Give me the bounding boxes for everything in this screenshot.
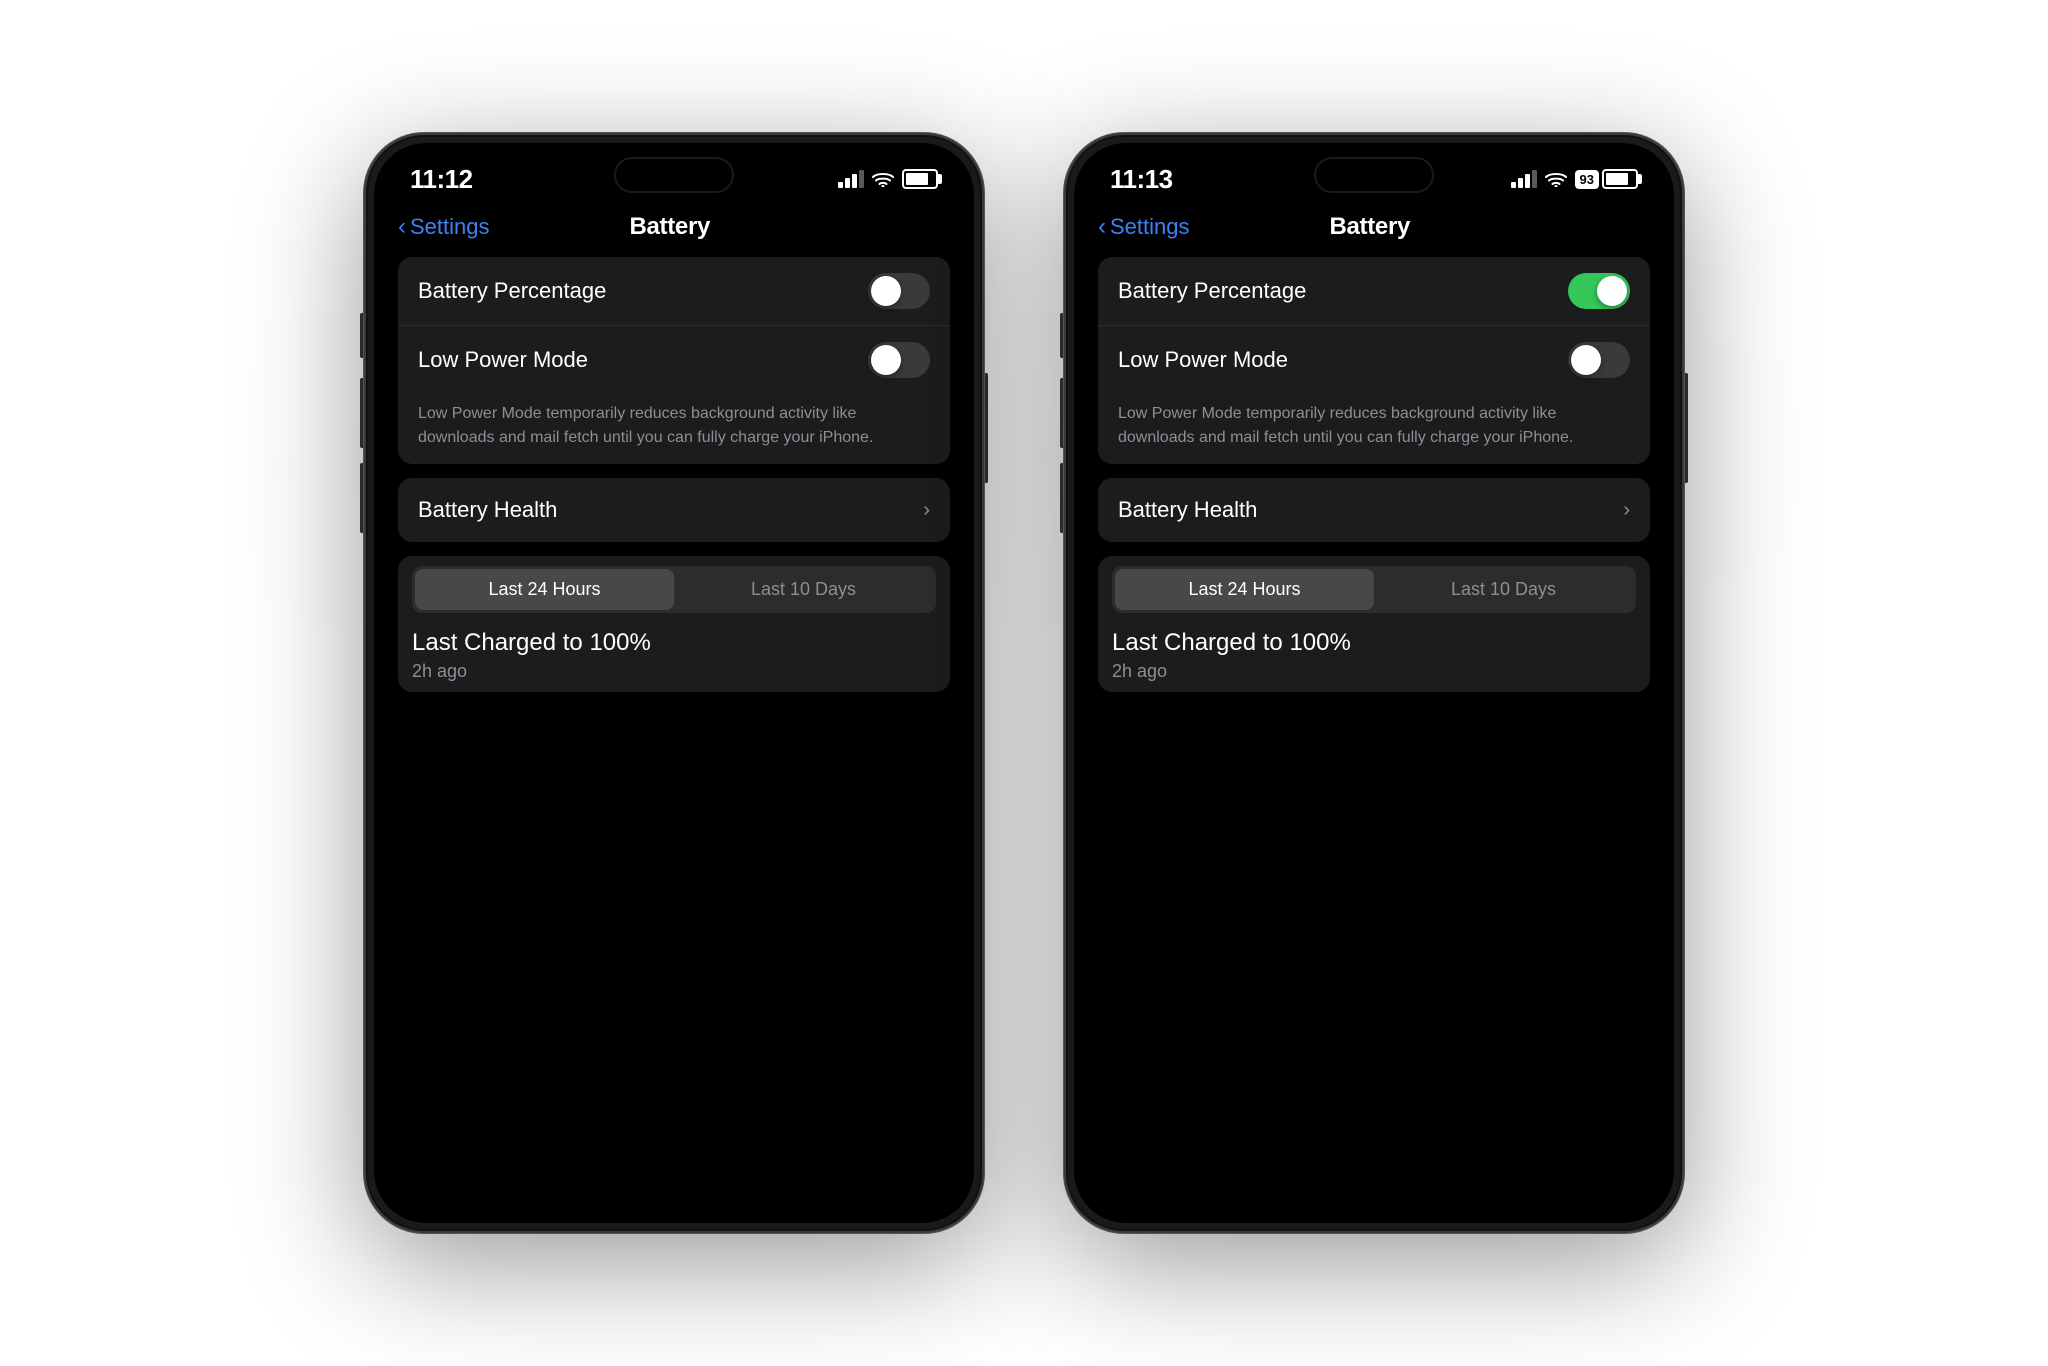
battery-health-row-right[interactable]: Battery Health › xyxy=(1098,478,1650,542)
back-button-left[interactable]: ‹ Settings xyxy=(398,214,490,240)
low-power-description-right: Low Power Mode temporarily reduces backg… xyxy=(1098,394,1650,464)
back-chevron-left: ‹ xyxy=(398,215,406,239)
power-button[interactable] xyxy=(984,373,988,483)
back-label-left: Settings xyxy=(410,214,490,240)
wifi-icon-right xyxy=(1545,171,1567,187)
segment-24h-right[interactable]: Last 24 Hours xyxy=(1115,569,1374,610)
segment-10d-right[interactable]: Last 10 Days xyxy=(1374,569,1633,610)
low-power-toggle-left[interactable] xyxy=(868,342,930,378)
status-time-right: 11:13 xyxy=(1110,164,1173,195)
back-label-right: Settings xyxy=(1110,214,1190,240)
phone-screen-left: 11:12 xyxy=(374,143,974,1223)
signal-icon-left xyxy=(838,170,864,188)
content-left: Battery Percentage Low Power Mode Low Po… xyxy=(374,257,974,1223)
battery-health-row-left[interactable]: Battery Health › xyxy=(398,478,950,542)
battery-icon-right: 93 xyxy=(1575,169,1638,189)
nav-bar-left: ‹ Settings Battery xyxy=(374,205,974,257)
battery-percentage-row-right[interactable]: Battery Percentage xyxy=(1098,257,1650,325)
power-button-right[interactable] xyxy=(1684,373,1688,483)
phone-frame-right: 11:13 93 xyxy=(1064,133,1684,1233)
battery-icon-left xyxy=(902,169,938,189)
phone-right: 11:13 93 xyxy=(1064,133,1684,1233)
back-chevron-right: ‹ xyxy=(1098,215,1106,239)
status-icons-left xyxy=(838,169,938,189)
low-power-label-left: Low Power Mode xyxy=(418,347,588,373)
battery-percentage-toggle-right[interactable] xyxy=(1568,273,1630,309)
battery-health-group-left: Battery Health › xyxy=(398,478,950,542)
segment-10d-left[interactable]: Last 10 Days xyxy=(674,569,933,610)
battery-health-label-left: Battery Health xyxy=(418,497,557,523)
phone-left: 11:12 xyxy=(364,133,984,1233)
low-power-label-right: Low Power Mode xyxy=(1118,347,1288,373)
battery-health-group-right: Battery Health › xyxy=(1098,478,1650,542)
usage-group-right: Last 24 Hours Last 10 Days Last Charged … xyxy=(1098,556,1650,692)
main-settings-group-right: Battery Percentage Low Power Mode Low Po… xyxy=(1098,257,1650,464)
battery-percentage-row-left[interactable]: Battery Percentage xyxy=(398,257,950,325)
battery-percentage-label-left: Battery Percentage xyxy=(418,278,606,304)
main-settings-group-left: Battery Percentage Low Power Mode Low Po… xyxy=(398,257,950,464)
status-time-left: 11:12 xyxy=(410,164,473,195)
low-power-toggle-right[interactable] xyxy=(1568,342,1630,378)
segment-control-left: Last 24 Hours Last 10 Days xyxy=(412,566,936,613)
dynamic-island-right xyxy=(1314,157,1434,193)
wifi-icon-left xyxy=(872,171,894,187)
page-title-right: Battery xyxy=(1190,213,1551,241)
last-charged-sub-right: 2h ago xyxy=(1112,661,1636,682)
last-charged-title-right: Last Charged to 100% xyxy=(1112,629,1636,657)
segment-control-right: Last 24 Hours Last 10 Days xyxy=(1112,566,1636,613)
nav-bar-right: ‹ Settings Battery xyxy=(1074,205,1674,257)
low-power-mode-row-left[interactable]: Low Power Mode xyxy=(398,325,950,394)
battery-health-chevron-right: › xyxy=(1623,499,1630,522)
low-power-description-left: Low Power Mode temporarily reduces backg… xyxy=(398,394,950,464)
segment-24h-left[interactable]: Last 24 Hours xyxy=(415,569,674,610)
battery-health-label-right: Battery Health xyxy=(1118,497,1257,523)
toggle-knob-left xyxy=(871,276,901,306)
battery-percentage-label-right: Battery Percentage xyxy=(1118,278,1306,304)
signal-icon-right xyxy=(1511,170,1537,188)
toggle-knob-right xyxy=(1597,276,1627,306)
battery-percentage-toggle-left[interactable] xyxy=(868,273,930,309)
page-title-left: Battery xyxy=(490,213,851,241)
dynamic-island-left xyxy=(614,157,734,193)
battery-health-chevron-left: › xyxy=(923,499,930,522)
last-charged-title-left: Last Charged to 100% xyxy=(412,629,936,657)
back-button-right[interactable]: ‹ Settings xyxy=(1098,214,1190,240)
content-right: Battery Percentage Low Power Mode Low Po… xyxy=(1074,257,1674,1223)
phone-screen-right: 11:13 93 xyxy=(1074,143,1674,1223)
last-charged-sub-left: 2h ago xyxy=(412,661,936,682)
low-power-mode-row-right[interactable]: Low Power Mode xyxy=(1098,325,1650,394)
battery-percent-badge-right: 93 xyxy=(1575,170,1599,189)
phone-frame-left: 11:12 xyxy=(364,133,984,1233)
status-icons-right: 93 xyxy=(1511,169,1638,189)
usage-group-left: Last 24 Hours Last 10 Days Last Charged … xyxy=(398,556,950,692)
